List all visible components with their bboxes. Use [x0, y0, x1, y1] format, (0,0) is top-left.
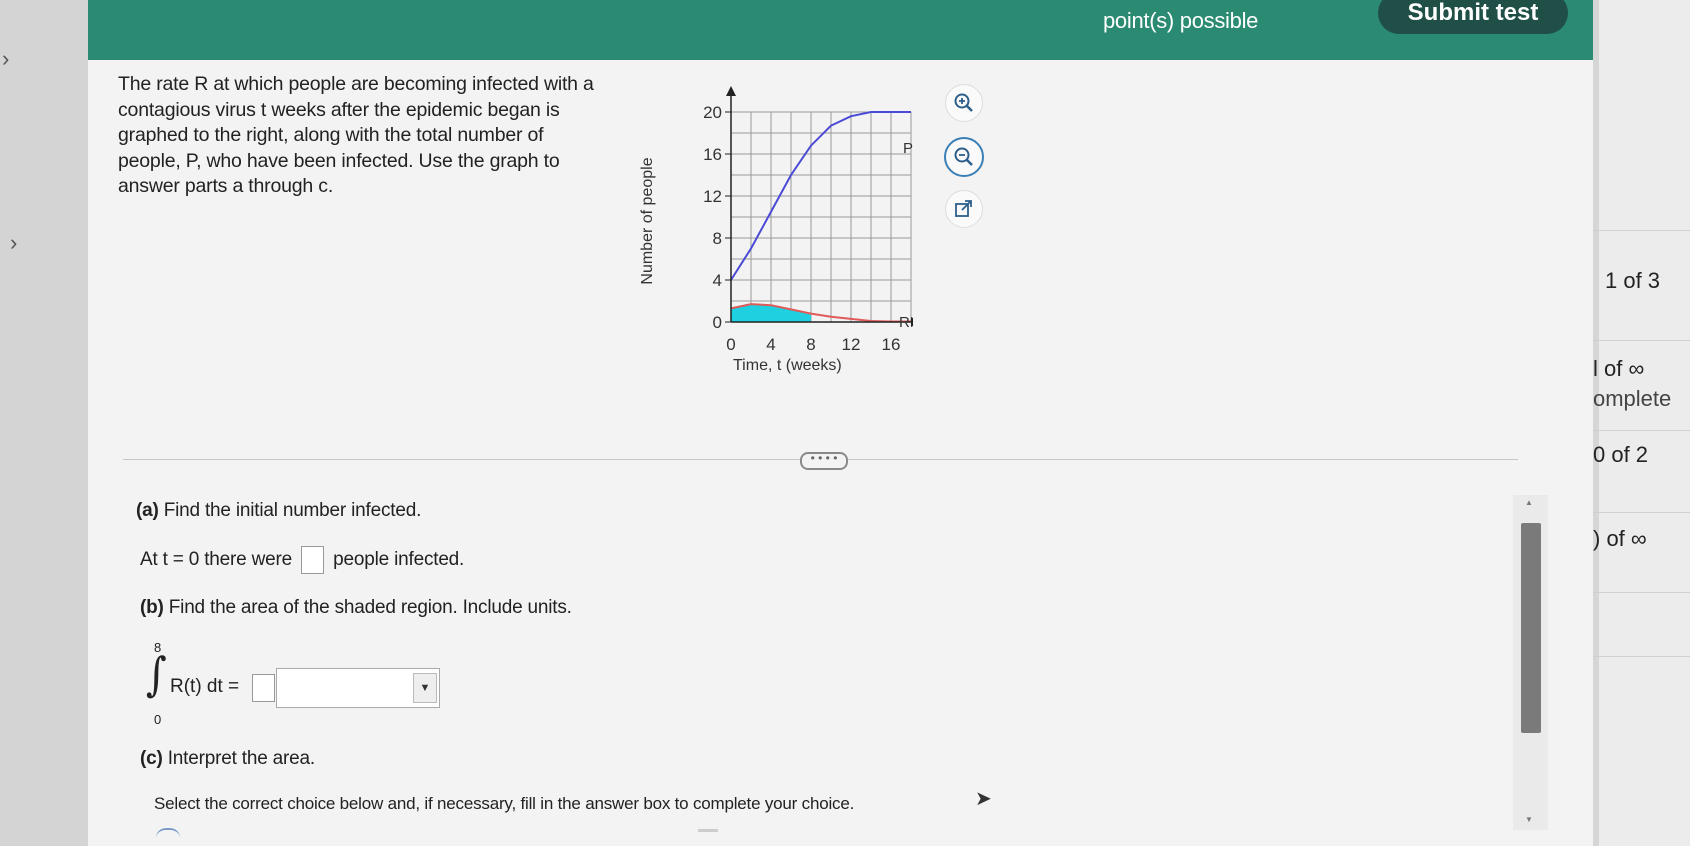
answer-a-input[interactable]	[301, 546, 325, 574]
series-R-label: R	[899, 314, 910, 331]
nav-item-2-status: omplete	[1593, 386, 1672, 411]
mouse-cursor-icon: ➤	[975, 788, 992, 810]
nav-item-1[interactable]: 1 of 3	[1605, 268, 1660, 294]
question-a-text: Find the initial number infected.	[163, 500, 422, 521]
y-tick-label: 12	[703, 187, 722, 206]
scroll-down-icon[interactable]: ▼	[1525, 815, 1533, 824]
points-possible: point(s) possible	[1103, 8, 1259, 33]
chevron-right-icon[interactable]: ›	[2, 46, 9, 72]
question-c-label: (c)	[140, 748, 163, 769]
question-a: (a) Find the initial number infected.	[136, 500, 421, 522]
y-tick-label: 0	[713, 313, 722, 332]
x-tick-label: 12	[842, 335, 861, 354]
answer-a-prefix: At t = 0 there were	[140, 549, 292, 571]
nav-separator	[1593, 512, 1690, 513]
popout-button[interactable]	[945, 190, 983, 228]
question-a-label: (a)	[136, 500, 159, 521]
y-tick-label: 16	[703, 145, 722, 164]
integral-sign: ∫	[146, 648, 167, 702]
nav-item-2[interactable]: l of ∞	[1593, 356, 1644, 382]
left-gutter: › ›	[0, 0, 88, 846]
radio-choice-partial[interactable]	[156, 828, 180, 838]
question-nav-panel: 1 of 3 l of ∞ omplete 0 of 2 ) of ∞	[1593, 0, 1690, 846]
y-axis-label-wrap: Number of people	[633, 140, 663, 310]
answer-a-suffix: people infected.	[333, 549, 465, 571]
expand-handle[interactable]: • • • •	[800, 452, 848, 470]
integral-lower-limit: 0	[154, 712, 162, 727]
question-b: (b) Find the area of the shaded region. …	[140, 597, 572, 619]
integral-expr: R(t) dt =	[170, 676, 240, 697]
scroll-up-icon[interactable]: ▲	[1525, 498, 1533, 507]
external-link-icon	[955, 200, 972, 217]
y-axis-label: Number of people	[639, 157, 656, 285]
zoom-out-icon	[954, 147, 973, 166]
y-axis-arrow	[726, 86, 736, 96]
series-P-label: P	[903, 140, 913, 157]
answer-b-input[interactable]	[252, 674, 275, 702]
nav-separator	[1593, 592, 1690, 593]
scrollbar[interactable]: ▲ ▼	[1513, 495, 1548, 830]
zoom-out-button[interactable]	[944, 137, 984, 177]
x-axis-arrow	[911, 317, 913, 327]
graph-grid	[731, 111, 912, 322]
dropdown-arrow-icon: ▼	[413, 673, 437, 703]
top-bar: point(s) possible Submit test	[88, 0, 1593, 60]
x-tick-label: 16	[882, 335, 901, 354]
y-tick-label: 8	[713, 229, 722, 248]
y-tick-label: 20	[703, 103, 722, 122]
panel-edge	[1593, 0, 1599, 846]
question-c-text: Interpret the area.	[167, 748, 315, 769]
nav-separator	[1593, 340, 1690, 341]
question-a-answer-row: At t = 0 there were people infected.	[140, 546, 464, 574]
x-tick-label: 4	[766, 335, 775, 354]
main-content: point(s) possible Submit test The rate R…	[88, 0, 1593, 846]
zoom-in-button[interactable]	[945, 84, 983, 122]
x-tick-label: 0	[726, 335, 735, 354]
chevron-right-icon[interactable]: ›	[10, 230, 17, 256]
nav-item-3[interactable]: 0 of 2	[1593, 442, 1648, 468]
x-axis-label: Time, t (weeks)	[733, 357, 842, 374]
y-tick-label: 4	[713, 271, 722, 290]
nav-item-4[interactable]: ) of ∞	[1593, 526, 1647, 552]
bottom-handle[interactable]	[698, 829, 718, 832]
problem-statement: The rate R at which people are becoming …	[118, 73, 594, 197]
nav-separator	[1593, 656, 1690, 657]
question-b-label: (b)	[140, 597, 164, 618]
graph: 20 16 12 8 4 0 0 4 8 12 16 P R Time, t (weeks)	[703, 86, 913, 374]
x-tick-label: 8	[806, 335, 815, 354]
scrollbar-thumb[interactable]	[1521, 523, 1541, 733]
submit-test-button[interactable]: Submit test	[1378, 0, 1568, 34]
zoom-in-icon	[954, 93, 973, 112]
nav-separator	[1593, 230, 1690, 231]
question-c: (c) Interpret the area.	[140, 748, 315, 770]
question-b-text: Find the area of the shaded region. Incl…	[168, 597, 572, 618]
units-dropdown[interactable]: ▼	[276, 668, 440, 708]
select-instruction: Select the correct choice below and, if …	[154, 794, 855, 813]
nav-separator	[1593, 430, 1690, 431]
